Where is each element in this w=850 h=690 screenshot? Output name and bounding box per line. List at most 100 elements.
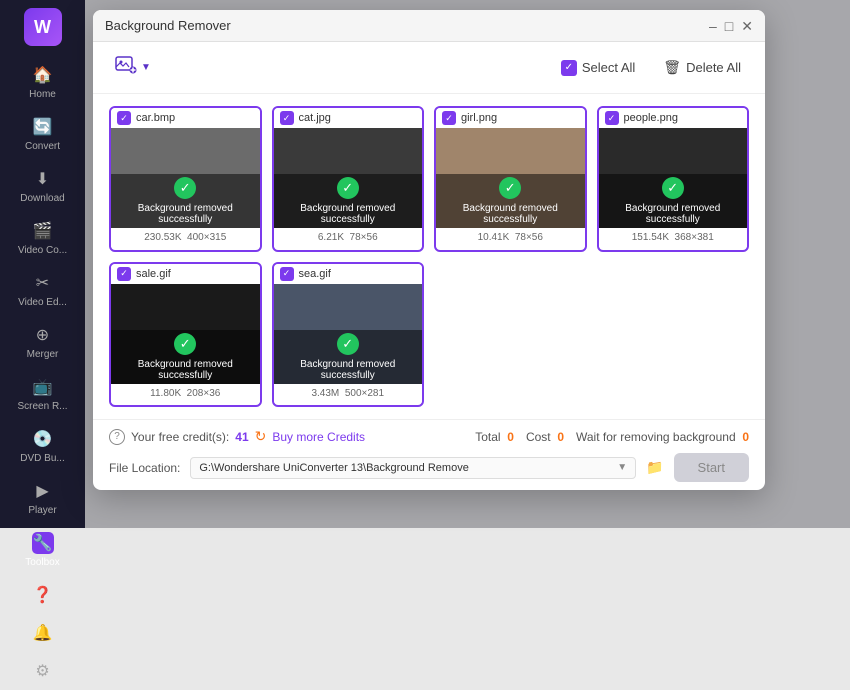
image-meta-people: 151.54K 368×381 [599,228,748,247]
sidebar-item-merger[interactable]: ⊕ Merger [0,316,85,368]
card-filename-sale: sale.gif [136,268,171,280]
image-meta-sale: 11.80K 208×36 [111,384,260,403]
success-text-people: Background removed successfully [602,203,745,225]
success-check-car: ✓ [174,177,196,199]
sidebar-item-label: Download [20,193,64,204]
card-header-cat: ✓ cat.jpg [274,108,423,128]
modal-titlebar: Background Remover – □ ✕ [93,10,765,42]
success-overlay-car: ✓ Background removed successfully [111,174,260,228]
add-dropdown-arrow: ▼ [141,62,151,73]
success-text-car: Background removed successfully [114,203,257,225]
success-text-sea: Background removed successfully [277,359,420,381]
screen-icon: 📺 [32,376,54,398]
modal-title: Background Remover [105,18,231,33]
card-filename-car: car.bmp [136,112,175,124]
image-meta-car: 230.53K 400×315 [111,228,260,247]
dropdown-arrow-icon: ▼ [617,462,627,473]
image-card-people[interactable]: ✓ people.png ✓ Background removed succes… [597,106,750,252]
credits-info: ? Your free credit(s): 41 ↻ Buy more Cre… [109,428,365,445]
sidebar-item-toolbox[interactable]: 🔧 Toolbox [0,524,85,576]
select-all-check-icon: ✓ [561,60,577,76]
credits-label: Your free credit(s): [131,430,229,444]
card-checkbox-cat[interactable]: ✓ [280,111,294,125]
sidebar-item-label: Video Co... [18,245,67,256]
card-filename-people: people.png [624,112,678,124]
credits-help-icon[interactable]: ? [109,429,125,445]
main-area: ...awaits ...ence ...ound. ...data ...et… [85,0,850,528]
card-filename-cat: cat.jpg [299,112,331,124]
card-checkbox-car[interactable]: ✓ [117,111,131,125]
sidebar-item-help[interactable]: ❓ [0,576,85,614]
wait-value: 0 [742,430,749,444]
settings-icon: ⚙ [32,660,54,682]
sidebar-item-player[interactable]: ▶ Player [0,472,85,524]
delete-all-button[interactable]: 🗑 Delete All [655,55,749,80]
card-header-people: ✓ people.png [599,108,748,128]
buy-credits-link[interactable]: Buy more Credits [272,430,365,444]
modal-footer: ? Your free credit(s): 41 ↻ Buy more Cre… [93,419,765,490]
sidebar-item-home[interactable]: 🏠 Home [0,56,85,108]
trash-icon: 🗑 [663,59,681,76]
select-all-label: Select All [582,60,635,75]
video-comp-icon: 🎬 [32,220,54,242]
merger-icon: ⊕ [32,324,54,346]
success-text-girl: Background removed successfully [439,203,582,225]
sidebar-item-dvd[interactable]: 💿 DVD Bu... [0,420,85,472]
sidebar-item-label: Screen R... [17,401,67,412]
player-icon: ▶ [32,480,54,502]
card-checkbox-people[interactable]: ✓ [605,111,619,125]
success-text-sale: Background removed successfully [114,359,257,381]
wait-label: Wait for removing background [576,430,736,444]
file-location-row: File Location: G:\Wondershare UniConvert… [109,453,749,482]
credits-row: ? Your free credit(s): 41 ↻ Buy more Cre… [109,428,749,445]
success-check-sea: ✓ [337,333,359,355]
dvd-icon: 💿 [32,428,54,450]
home-icon: 🏠 [32,64,54,86]
select-all-button[interactable]: ✓ Select All [553,56,643,80]
card-filename-girl: girl.png [461,112,497,124]
video-edit-icon: ✂ [32,272,54,294]
sidebar-item-label: Toolbox [25,557,59,568]
image-card-girl[interactable]: ✓ girl.png ✓ Background removed successf… [434,106,587,252]
minimize-button[interactable]: – [709,19,717,33]
sidebar-item-video-comp[interactable]: 🎬 Video Co... [0,212,85,264]
image-card-car[interactable]: ✓ car.bmp ✓ Background removed successfu… [109,106,262,252]
sidebar: W 🏠 Home 🔄 Convert ⬇ Download 🎬 Video Co… [0,0,85,528]
card-checkbox-sale[interactable]: ✓ [117,267,131,281]
background-remover-modal: Background Remover – □ ✕ [93,10,765,490]
credits-stats: Total 0 Cost 0 Wait for removing backgro… [475,430,749,444]
sidebar-item-settings[interactable]: ⚙ [0,652,85,690]
maximize-button[interactable]: □ [725,19,733,33]
sidebar-item-label: Convert [25,141,60,152]
card-checkbox-girl[interactable]: ✓ [442,111,456,125]
success-overlay-sale: ✓ Background removed successfully [111,330,260,384]
sidebar-item-download[interactable]: ⬇ Download [0,160,85,212]
refresh-icon[interactable]: ↻ [255,428,267,445]
total-label: Total [475,430,500,444]
image-grid: ✓ car.bmp ✓ Background removed successfu… [93,94,765,419]
success-check-cat: ✓ [337,177,359,199]
credits-count: 41 [235,430,248,444]
total-value: 0 [507,430,514,444]
notification-icon: 🔔 [32,622,54,644]
image-card-sea[interactable]: ✓ sea.gif ✓ Background removed successfu… [272,262,425,408]
browse-folder-icon[interactable]: 📁 [646,459,663,476]
sidebar-item-convert[interactable]: 🔄 Convert [0,108,85,160]
modal-overlay: Background Remover – □ ✕ [85,0,850,528]
sidebar-item-label: Video Ed... [18,297,67,308]
sidebar-item-notification[interactable]: 🔔 [0,614,85,652]
sidebar-item-screen[interactable]: 📺 Screen R... [0,368,85,420]
add-files-button[interactable]: ▼ [109,50,157,85]
sidebar-item-video-edit[interactable]: ✂ Video Ed... [0,264,85,316]
close-button[interactable]: ✕ [741,19,753,33]
sidebar-item-label: Home [29,89,56,100]
image-card-cat[interactable]: ✓ cat.jpg ✓ Background removed successfu… [272,106,425,252]
image-card-sale[interactable]: ✓ sale.gif ✓ Background removed successf… [109,262,262,408]
start-button[interactable]: Start [674,453,749,482]
card-header-sale: ✓ sale.gif [111,264,260,284]
success-text-cat: Background removed successfully [277,203,420,225]
sidebar-item-label: DVD Bu... [20,453,64,464]
card-checkbox-sea[interactable]: ✓ [280,267,294,281]
image-meta-girl: 10.41K 78×56 [436,228,585,247]
success-overlay-people: ✓ Background removed successfully [599,174,748,228]
